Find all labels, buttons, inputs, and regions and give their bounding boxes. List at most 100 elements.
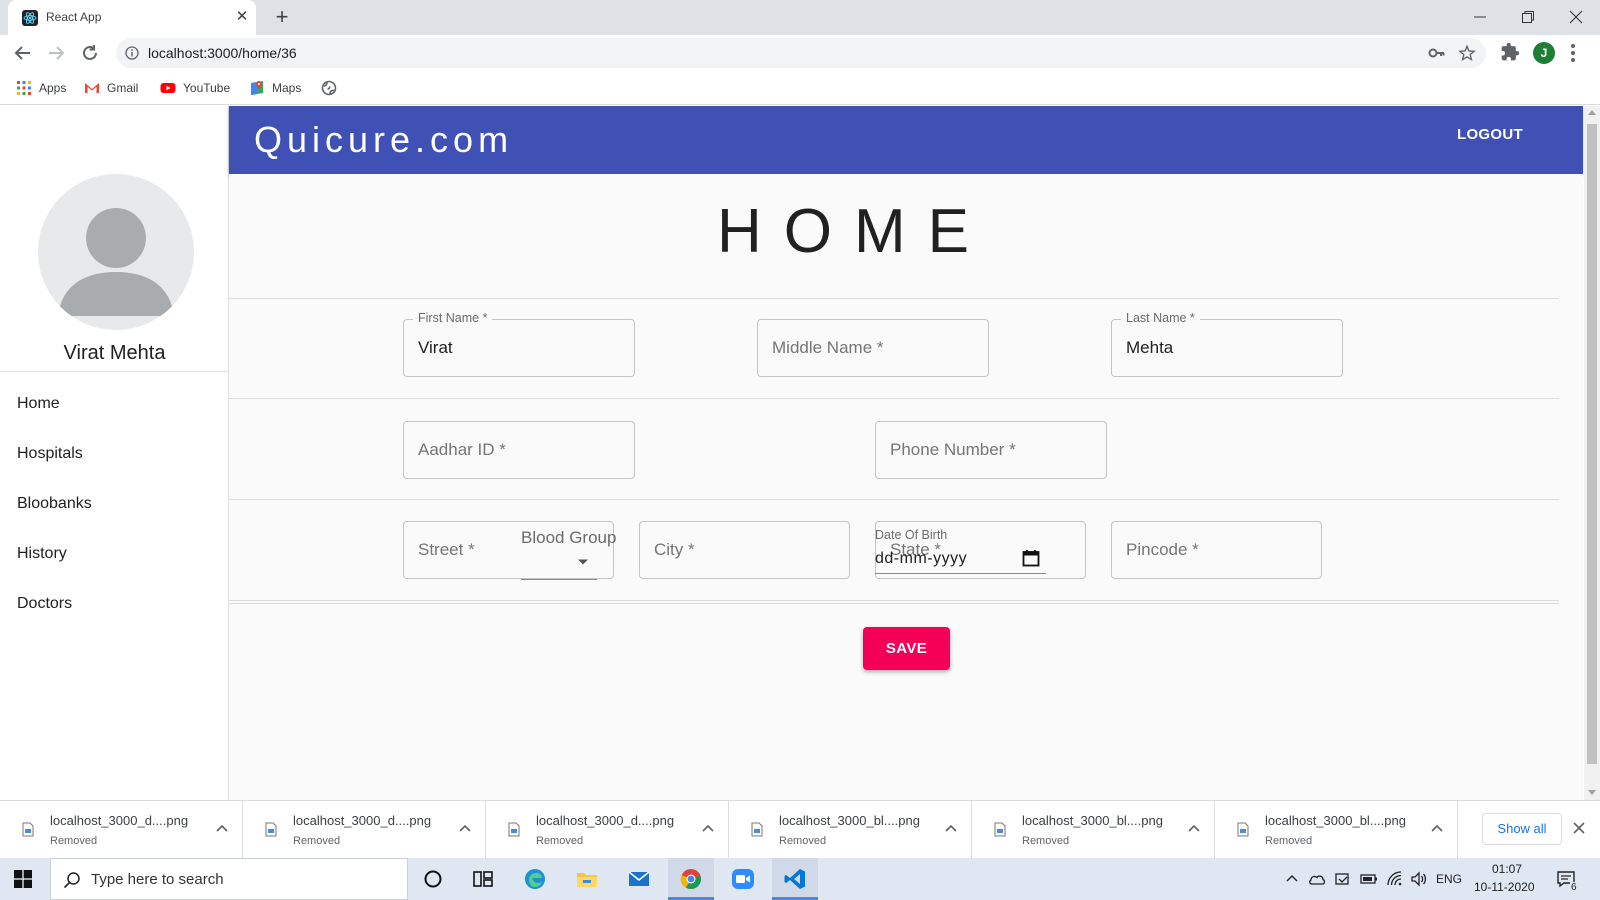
new-tab-button[interactable]: + — [270, 6, 294, 30]
url-text[interactable]: localhost:3000/home/36 — [148, 45, 297, 61]
minimize-button[interactable] — [1456, 0, 1504, 32]
taskbar-search-box[interactable]: Type here to search — [50, 858, 408, 900]
chevron-down-icon — [578, 559, 588, 565]
chevron-up-icon[interactable] — [1431, 824, 1443, 832]
scroll-up-icon[interactable] — [1588, 110, 1596, 115]
close-tab-icon[interactable]: ✕ — [232, 7, 252, 27]
taskbar-file-explorer[interactable] — [564, 858, 610, 900]
scroll-down-icon[interactable] — [1588, 790, 1596, 795]
volume-icon[interactable] — [1410, 871, 1428, 887]
edge-browser-icon — [525, 869, 545, 889]
download-status: Removed — [779, 835, 827, 847]
windows-start-icon[interactable] — [14, 870, 32, 888]
download-status: Removed — [536, 835, 584, 847]
battery-icon[interactable] — [1360, 873, 1378, 885]
sidebar-item-history[interactable]: History — [17, 542, 67, 566]
sidebar-divider — [0, 371, 229, 372]
vscode-icon — [784, 869, 805, 889]
download-status: Removed — [1022, 835, 1070, 847]
profile-avatar[interactable]: J — [1533, 42, 1555, 64]
pincode-field[interactable]: Pincode * — [1111, 521, 1322, 579]
aadhar-id-field[interactable]: Aadhar ID * — [403, 421, 635, 479]
language-indicator[interactable]: ENG — [1436, 872, 1462, 886]
close-downloads-icon[interactable] — [1572, 821, 1586, 835]
blood-group-select[interactable] — [521, 554, 597, 580]
taskbar-chrome[interactable] — [668, 858, 714, 900]
calendar-icon[interactable] — [1022, 549, 1040, 567]
reload-icon[interactable] — [79, 42, 101, 64]
chevron-up-icon[interactable] — [945, 824, 957, 832]
pincode-placeholder: Pincode * — [1126, 540, 1199, 559]
bookmarks-bar: Apps Gmail YouTube Maps — [0, 71, 1600, 105]
show-all-button[interactable]: Show all — [1482, 813, 1562, 845]
gmail-icon — [85, 83, 99, 93]
first-name-field[interactable]: First Name * Virat — [403, 311, 635, 377]
last-name-field[interactable]: Last Name * Mehta — [1111, 311, 1343, 377]
chevron-up-icon[interactable] — [1188, 824, 1200, 832]
chrome-icon — [680, 869, 701, 889]
cortana-button[interactable] — [410, 858, 456, 900]
taskbar-mail[interactable] — [616, 858, 662, 900]
dob-input[interactable]: dd-mm-yyyy — [875, 544, 1046, 574]
chevron-up-icon[interactable] — [459, 824, 471, 832]
clock-date[interactable]: 10-11-2020 — [1474, 880, 1535, 894]
restore-button[interactable] — [1504, 0, 1552, 32]
network-status-icon[interactable] — [1334, 871, 1352, 887]
sidebar-item-hospitals[interactable]: Hospitals — [17, 442, 83, 466]
downloads-bar: localhost_3000_d....png Removed localhos… — [0, 800, 1600, 859]
sidebar-item-bloodbanks[interactable]: Bloobanks — [17, 492, 92, 516]
download-item[interactable]: localhost_3000_bl....png Removed — [1215, 801, 1458, 859]
bookmark-label: Apps — [39, 81, 67, 95]
city-field[interactable]: City * — [639, 521, 850, 579]
main-content: HOME First Name * Virat Middle Name * La… — [229, 174, 1583, 800]
chevron-up-icon[interactable] — [702, 824, 714, 832]
address-bar[interactable]: localhost:3000/home/36 — [116, 38, 1486, 68]
middle-name-field[interactable]: Middle Name * — [757, 319, 989, 377]
save-button[interactable]: SAVE — [863, 627, 950, 670]
react-favicon-icon — [22, 10, 38, 26]
extensions-puzzle-icon[interactable] — [1500, 42, 1520, 62]
tray-chevron-up-icon[interactable] — [1286, 874, 1298, 882]
back-arrow-icon[interactable] — [12, 42, 34, 64]
key-icon[interactable] — [1428, 46, 1446, 60]
download-item[interactable]: localhost_3000_bl....png Removed — [972, 801, 1215, 859]
taskbar-zoom[interactable] — [720, 858, 766, 900]
logout-button[interactable]: LOGOUT — [1457, 126, 1523, 143]
clock-time[interactable]: 01:07 — [1492, 862, 1522, 876]
download-filename: localhost_3000_bl....png — [1022, 813, 1163, 828]
wifi-icon[interactable] — [1386, 870, 1404, 888]
info-icon[interactable] — [125, 46, 139, 60]
chevron-up-icon[interactable] — [216, 824, 228, 832]
brand-title: Quicure.com — [254, 119, 514, 160]
user-avatar-icon — [58, 208, 174, 316]
close-window-button[interactable] — [1552, 0, 1600, 32]
sidebar-item-doctors[interactable]: Doctors — [17, 592, 72, 616]
globe-icon[interactable] — [321, 80, 337, 96]
zoom-icon — [732, 869, 754, 889]
taskbar-edge[interactable] — [512, 858, 558, 900]
restore-icon — [1522, 11, 1534, 23]
task-view-button[interactable] — [460, 858, 506, 900]
page-title: HOME — [717, 197, 991, 266]
sidebar-item-home[interactable]: Home — [17, 392, 60, 416]
page-viewport: Virat Mehta Home Hospitals Bloobanks His… — [0, 106, 1600, 800]
phone-number-field[interactable]: Phone Number * — [875, 421, 1107, 479]
onedrive-cloud-icon[interactable] — [1308, 871, 1326, 887]
browser-tab[interactable]: React App ✕ — [8, 0, 256, 35]
download-status: Removed — [1265, 835, 1313, 847]
browser-menu-icon[interactable] — [1570, 43, 1576, 63]
download-item[interactable]: localhost_3000_d....png Removed — [0, 801, 243, 859]
download-item[interactable]: localhost_3000_d....png Removed — [243, 801, 486, 859]
download-item[interactable]: localhost_3000_bl....png Removed — [729, 801, 972, 859]
download-filename: localhost_3000_bl....png — [1265, 813, 1406, 828]
download-item[interactable]: localhost_3000_d....png Removed — [486, 801, 729, 859]
taskbar-vscode[interactable] — [772, 858, 818, 900]
forward-arrow-icon[interactable] — [45, 42, 67, 64]
sidebar: Virat Mehta Home Hospitals Bloobanks His… — [0, 106, 229, 800]
bookmark-star-icon[interactable] — [1458, 44, 1476, 62]
vertical-scrollbar[interactable] — [1584, 106, 1600, 800]
avatar — [38, 174, 194, 330]
notification-badge: 6 — [1570, 882, 1578, 893]
city-placeholder: City * — [654, 540, 695, 559]
scrollbar-thumb[interactable] — [1587, 124, 1597, 764]
